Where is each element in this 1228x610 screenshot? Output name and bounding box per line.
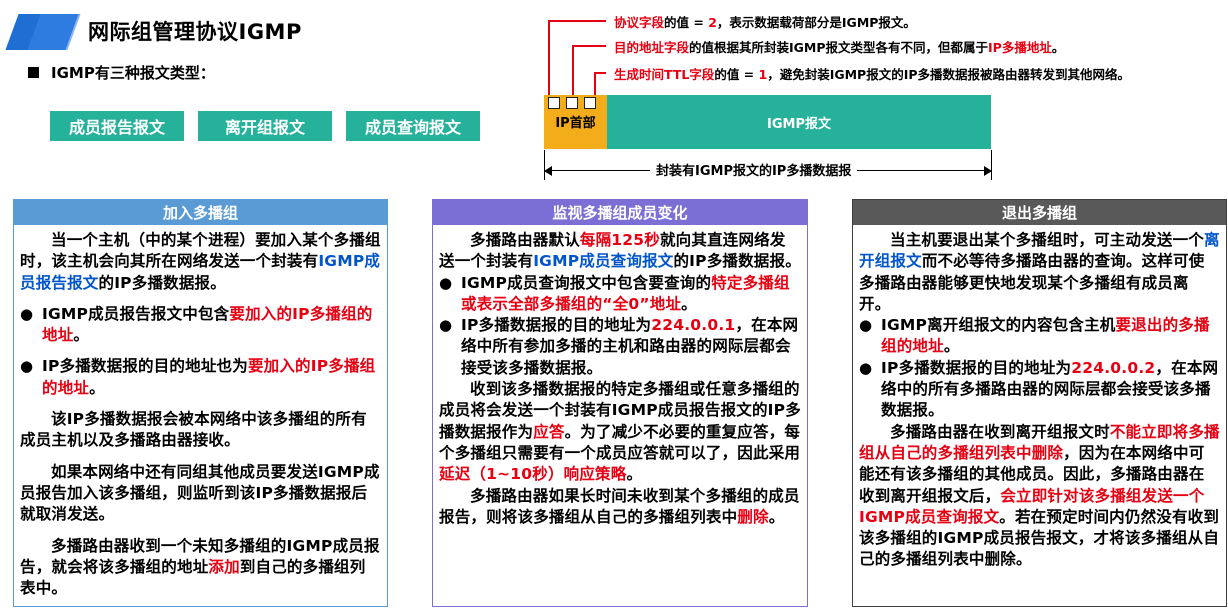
destination-field-box xyxy=(566,97,578,109)
igmp-message-block: IGMP报文 xyxy=(607,95,991,149)
page-title: 网际组管理协议IGMP xyxy=(88,20,302,44)
ann-line-1-horizontal xyxy=(548,20,606,22)
ann-line-3-horizontal xyxy=(594,72,606,74)
panel-join-body: 当一个主机（中的某个进程）要加入某个多播组时，该主机会向其所在网络发送一个封装有… xyxy=(14,225,387,599)
protocol-field-box xyxy=(548,97,560,109)
subtitle-text: IGMP有三种报文类型： xyxy=(51,64,215,82)
type-member-query: 成员查询报文 xyxy=(346,111,480,141)
ann-line-2-horizontal xyxy=(572,45,606,47)
monitor-bullet-2: IP多播数据报的目的地址为224.0.0.1，在本网络中所有参加多播的主机和路由… xyxy=(439,315,801,379)
encapsulated-datagram-label: 封装有IGMP报文的IP多播数据报 xyxy=(650,160,858,179)
annotation-ttl-field: 生成时间TTL字段的值 = 1，避免封装IGMP报文的IP多播数据报被路由器转发… xyxy=(614,67,1131,82)
arrow-left-icon xyxy=(544,166,552,176)
ip-header-label: IP首部 xyxy=(555,116,596,131)
leave-bullet-1: IGMP离开组报文的内容包含主机要退出的多播组的地址。 xyxy=(859,315,1220,358)
ann-line-2-vertical xyxy=(572,45,574,98)
join-bullet-2: IP多播数据报的目的地址也为要加入的IP多播组的地址。 xyxy=(20,356,381,399)
panel-leave-body: 当主机要退出某个多播组时，可主动发送一个离开组报文而不必等待多播路由器的查询。这… xyxy=(853,225,1226,571)
annotation-protocol-field: 协议字段的值 = 2，表示数据载荷部分是IGMP报文。 xyxy=(614,15,916,30)
leave-paragraph-2: 多播路由器在收到离开组报文时不能立即将多播组从自己的多播组列表中删除，因为在本网… xyxy=(859,422,1220,569)
subtitle: IGMP有三种报文类型： xyxy=(28,62,215,83)
panel-leave-group: 退出多播组 当主机要退出某个多播组时，可主动发送一个离开组报文而不必等待多播路由… xyxy=(852,199,1227,607)
panel-leave-title: 退出多播组 xyxy=(853,200,1226,225)
ttl-field-box xyxy=(584,97,596,109)
panel-monitor-title: 监视多播组成员变化 xyxy=(433,200,807,225)
join-paragraph-4: 多播路由器收到一个未知多播组的IGMP成员报告，就会将该多播组的地址添加到自己的… xyxy=(20,536,380,598)
join-bullet-1: IGMP成员报告报文中包含要加入的IP多播组的地址。 xyxy=(20,304,381,347)
igmp-message-label: IGMP报文 xyxy=(767,116,831,132)
square-bullet-icon xyxy=(28,67,39,78)
join-paragraph-1: 当一个主机（中的某个进程）要加入某个多播组时，该主机会向其所在网络发送一个封装有… xyxy=(20,231,381,292)
type-leave-group: 离开组报文 xyxy=(198,111,332,141)
annotation-destination-field: 目的地址字段的值根据其所封装IGMP报文类型各有不同，但都属于IP多播地址。 xyxy=(614,40,1065,55)
arrow-right-icon xyxy=(984,166,992,176)
panel-join-title: 加入多播组 xyxy=(14,200,387,225)
type-member-report: 成员报告报文 xyxy=(50,111,184,141)
monitor-paragraph-2: 收到该多播数据报的特定多播组或任意多播组的成员将会发送一个封装有IGMP成员报告… xyxy=(439,380,801,484)
join-paragraph-2: 该IP多播数据报会被本网络中该多播组的所有成员主机以及多播路由器接收。 xyxy=(20,410,367,450)
panel-monitor-body: 多播路由器默认每隔125秒就向其直连网络发送一个封装有IGMP成员查询报文的IP… xyxy=(433,225,807,528)
monitor-paragraph-3: 多播路由器如果长时间未收到某个多播组的成员报告，则将该多播组从自己的多播组列表中… xyxy=(439,486,800,526)
ann-line-1-vertical xyxy=(548,20,550,98)
leave-paragraph-1: 当主机要退出某个多播组时，可主动发送一个离开组报文而不必等待多播路由器的查询。这… xyxy=(859,231,1220,313)
monitor-paragraph-1: 多播路由器默认每隔125秒就向其直连网络发送一个封装有IGMP成员查询报文的IP… xyxy=(439,231,801,271)
panel-monitor-members: 监视多播组成员变化 多播路由器默认每隔125秒就向其直连网络发送一个封装有IGM… xyxy=(432,199,808,607)
panel-join-group: 加入多播组 当一个主机（中的某个进程）要加入某个多播组时，该主机会向其所在网络发… xyxy=(13,199,388,607)
join-paragraph-3: 如果本网络中还有同组其他成员要发送IGMP成员报告加入该多播组，则监听到该IP多… xyxy=(20,462,380,524)
leave-bullet-2: IP多播数据报的目的地址为224.0.0.2，在本网络中的所有多播路由器的网际层… xyxy=(859,358,1220,422)
monitor-bullet-1: IGMP成员查询报文中包含要查询的特定多播组或表示全部多播组的“全0”地址。 xyxy=(439,273,801,316)
